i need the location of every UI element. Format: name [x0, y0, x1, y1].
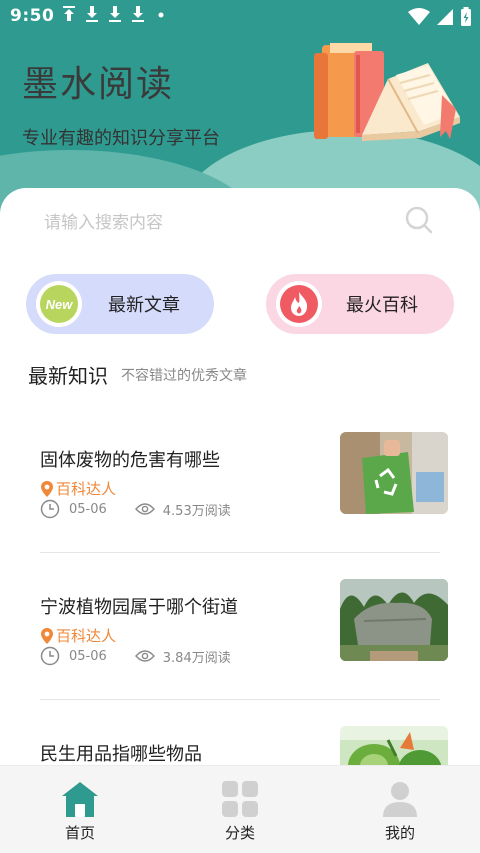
article-author: 百科达人	[40, 625, 116, 646]
app-title: 墨水阅读	[22, 64, 175, 105]
app-subtitle: 专业有趣的知识分享平台	[22, 128, 220, 149]
download-icon	[86, 6, 98, 22]
user-icon	[383, 782, 417, 817]
article-item[interactable]: 固体废物的危害有哪些 百科达人 05-06 4.53万阅读	[40, 432, 448, 519]
download-icon	[132, 6, 144, 22]
nav-profile-label: 我的	[384, 824, 415, 842]
section-title: 最新知识	[28, 364, 108, 388]
new-badge-text: New	[46, 297, 74, 312]
hot-encyclopedia-label: 最火百科	[346, 295, 418, 316]
hot-encyclopedia-button[interactable]: 最火百科	[266, 274, 454, 334]
category-grid-icon	[222, 781, 258, 817]
search-bar[interactable]: 请输入搜索内容	[28, 194, 452, 238]
section-subtitle: 不容错过的优秀文章	[121, 368, 247, 384]
status-indicators	[408, 7, 472, 27]
status-time: 9:50	[10, 6, 55, 26]
nav-home[interactable]: 首页	[35, 780, 125, 843]
new-badge-icon: New	[36, 281, 82, 327]
flame-icon	[276, 281, 322, 327]
botanical-garden-stone-photo[interactable]	[340, 579, 448, 661]
latest-articles-label: 最新文章	[108, 295, 180, 316]
latest-articles-button[interactable]: New 最新文章	[26, 274, 214, 334]
cellular-signal-icon	[437, 9, 453, 25]
article-meta: 05-06 3.84万阅读	[40, 646, 231, 666]
books-illustration	[314, 43, 460, 141]
search-placeholder[interactable]: 请输入搜索内容	[44, 208, 163, 233]
article-views: 3.84万阅读	[162, 650, 231, 666]
eye-icon	[134, 503, 155, 515]
article-meta: 05-06 4.53万阅读	[40, 499, 231, 519]
article-title[interactable]: 固体废物的危害有哪些	[40, 446, 220, 472]
battery-icon	[461, 7, 471, 26]
divider	[40, 552, 440, 553]
article-date: 05-06	[69, 648, 107, 664]
dot-icon	[158, 12, 164, 18]
notification-icons	[62, 6, 168, 22]
article-item[interactable]: 宁波植物园属于哪个街道 百科达人 05-06 3.84万阅读	[40, 579, 448, 666]
clock-icon	[40, 499, 60, 519]
article-views: 4.53万阅读	[162, 503, 231, 519]
divider	[40, 699, 440, 700]
author-name: 百科达人	[56, 627, 117, 645]
eye-icon	[134, 650, 155, 662]
bottom-nav: 首页 分类 我的	[0, 765, 480, 853]
recycling-bag-photo[interactable]	[340, 432, 448, 514]
search-icon[interactable]	[404, 205, 434, 235]
nav-home-label: 首页	[64, 824, 95, 842]
article-title[interactable]: 宁波植物园属于哪个街道	[40, 593, 238, 619]
article-date: 05-06	[69, 501, 107, 517]
status-bar: 9:50	[0, 0, 480, 34]
location-pin-icon	[41, 627, 53, 644]
article-title[interactable]: 民生用品指哪些物品	[40, 740, 202, 766]
content-card: 请输入搜索内容 New 最新文章 最火百科 最新知识 不容错过的优秀文章 固体废…	[0, 188, 480, 808]
nav-profile[interactable]: 我的	[355, 780, 445, 843]
clock-icon	[40, 646, 60, 666]
nav-category-label: 分类	[224, 824, 255, 842]
upload-icon	[63, 6, 75, 21]
nav-category[interactable]: 分类	[195, 780, 285, 843]
wifi-icon	[408, 8, 430, 25]
location-pin-icon	[41, 480, 53, 497]
download-icon	[109, 6, 121, 22]
home-icon	[62, 782, 98, 817]
article-author: 百科达人	[40, 478, 116, 499]
author-name: 百科达人	[56, 480, 117, 498]
